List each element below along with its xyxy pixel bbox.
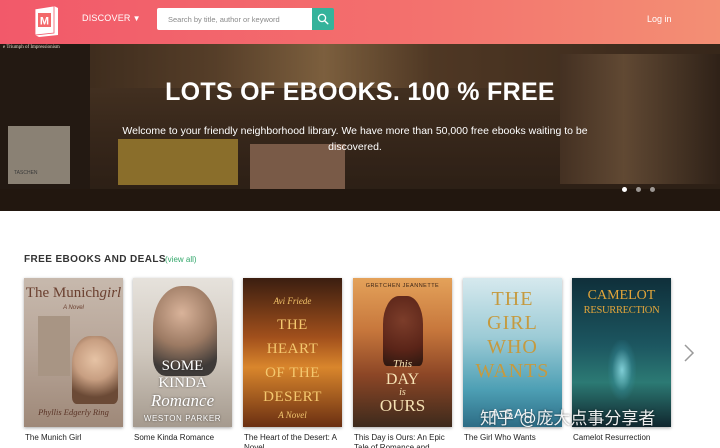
cover-author: WESTON PARKER: [143, 414, 222, 423]
site-logo-book-icon[interactable]: M: [32, 4, 60, 38]
login-link[interactable]: Log in: [647, 14, 672, 24]
cover-author: Phyllis Edgerly Ring: [38, 407, 109, 417]
book-title: Camelot Resurrection: [573, 433, 651, 442]
carousel-dot[interactable]: [622, 187, 627, 192]
hero-bg-book-spine-text: e Triumph of Impressionism: [3, 45, 60, 50]
cover-tagline: A Novel: [278, 410, 307, 420]
book-card-munich-girl[interactable]: The Munichgirl A Novel Phyllis Edgerly R…: [24, 278, 123, 442]
book-cover[interactable]: SOME KINDA Romance WESTON PARKER: [133, 278, 232, 427]
search-button[interactable]: [312, 8, 334, 30]
cover-word-of-the: OF THE: [265, 365, 320, 381]
cover-word-day: DAY: [385, 371, 420, 388]
cover-word-munich: Munich: [52, 285, 100, 301]
cover-word-romance: Romance: [150, 391, 215, 410]
cover-word-desert: DESERT: [263, 389, 322, 405]
book-card-some-kinda-romance[interactable]: SOME KINDA Romance WESTON PARKER Some Ki…: [133, 278, 232, 442]
cover-word-the: The: [25, 285, 50, 301]
search-icon: [317, 13, 329, 25]
cover-word-the: THE: [491, 288, 534, 310]
hero-title: LOTS OF EBOOKS. 100 % FREE: [165, 78, 555, 106]
book-title: This Day is Ours: An Epic Tale of Romanc…: [354, 433, 445, 448]
book-cover[interactable]: The Munichgirl A Novel Phyllis Edgerly R…: [24, 278, 123, 427]
cover-word-ours: OURS: [379, 396, 426, 415]
carousel-dot[interactable]: [636, 187, 641, 192]
hero-banner: e Triumph of Impressionism TASCHEN LOTS …: [0, 44, 720, 211]
cover-word-wants: WANTS: [475, 360, 550, 382]
cover-word-kinda: KINDA: [158, 375, 207, 391]
view-all-link[interactable]: (view all): [165, 255, 197, 264]
carousel-dot[interactable]: [650, 187, 655, 192]
discover-label: DISCOVER: [82, 13, 131, 23]
hero-bg-taschen-text: TASCHEN: [14, 170, 38, 176]
book-cover[interactable]: GRETCHEN JEANNETTE This DAY is OURS: [353, 278, 452, 427]
cover-author: GRETCHEN JEANNETTE: [365, 283, 440, 289]
cover-author: Avi Friede: [273, 296, 312, 306]
cover-art-portrait: [72, 336, 118, 404]
book-title: The Girl Who Wants: [464, 433, 536, 442]
cover-word-some: SOME: [161, 358, 204, 374]
cover-word-heart: HEART: [266, 341, 319, 357]
cover-art-sword-glow: [608, 340, 636, 400]
top-navbar: M DISCOVER▼ Log in: [0, 0, 720, 44]
cover-word-this: This: [393, 358, 412, 370]
cover-word-girl: girl: [99, 285, 122, 301]
hero-subtitle: Welcome to your friendly neighborhood li…: [122, 125, 588, 153]
cover-tagline: A Novel: [63, 305, 84, 311]
caret-down-icon: ▼: [132, 14, 141, 23]
book-title: Some Kinda Romance: [134, 433, 215, 442]
book-card-heart-of-desert[interactable]: Avi Friede THE HEART OF THE DESERT A Nov…: [243, 278, 342, 448]
cover-word-resurrection: RESURRECTION: [583, 305, 660, 316]
discover-menu[interactable]: DISCOVER ▼: [82, 13, 141, 23]
cover-word-camelot: CAMELOT: [587, 288, 656, 303]
carousel-dots: [622, 187, 655, 193]
book-cover[interactable]: Avi Friede THE HEART OF THE DESERT A Nov…: [243, 278, 342, 427]
logo-letter: M: [40, 16, 49, 28]
section-title: FREE EBOOKS AND DEALS: [24, 254, 166, 265]
search-input[interactable]: [157, 8, 312, 30]
book-title: The Heart of the Desert: A Novel: [244, 433, 337, 448]
cover-word-girl: GIRL: [487, 312, 538, 334]
watermark-text: 知乎 @庞大点事分享者: [480, 409, 656, 429]
cover-art-building: [38, 316, 70, 376]
page: M DISCOVER▼ Log in e Triumph of Impressi…: [0, 0, 720, 448]
cover-word-the: THE: [277, 317, 308, 333]
book-card-this-day-is-ours[interactable]: GRETCHEN JEANNETTE This DAY is OURS This…: [353, 278, 452, 448]
chevron-right-icon[interactable]: [682, 343, 696, 363]
book-title: The Munich Girl: [25, 433, 82, 442]
cover-word-who: WHO: [487, 336, 538, 358]
